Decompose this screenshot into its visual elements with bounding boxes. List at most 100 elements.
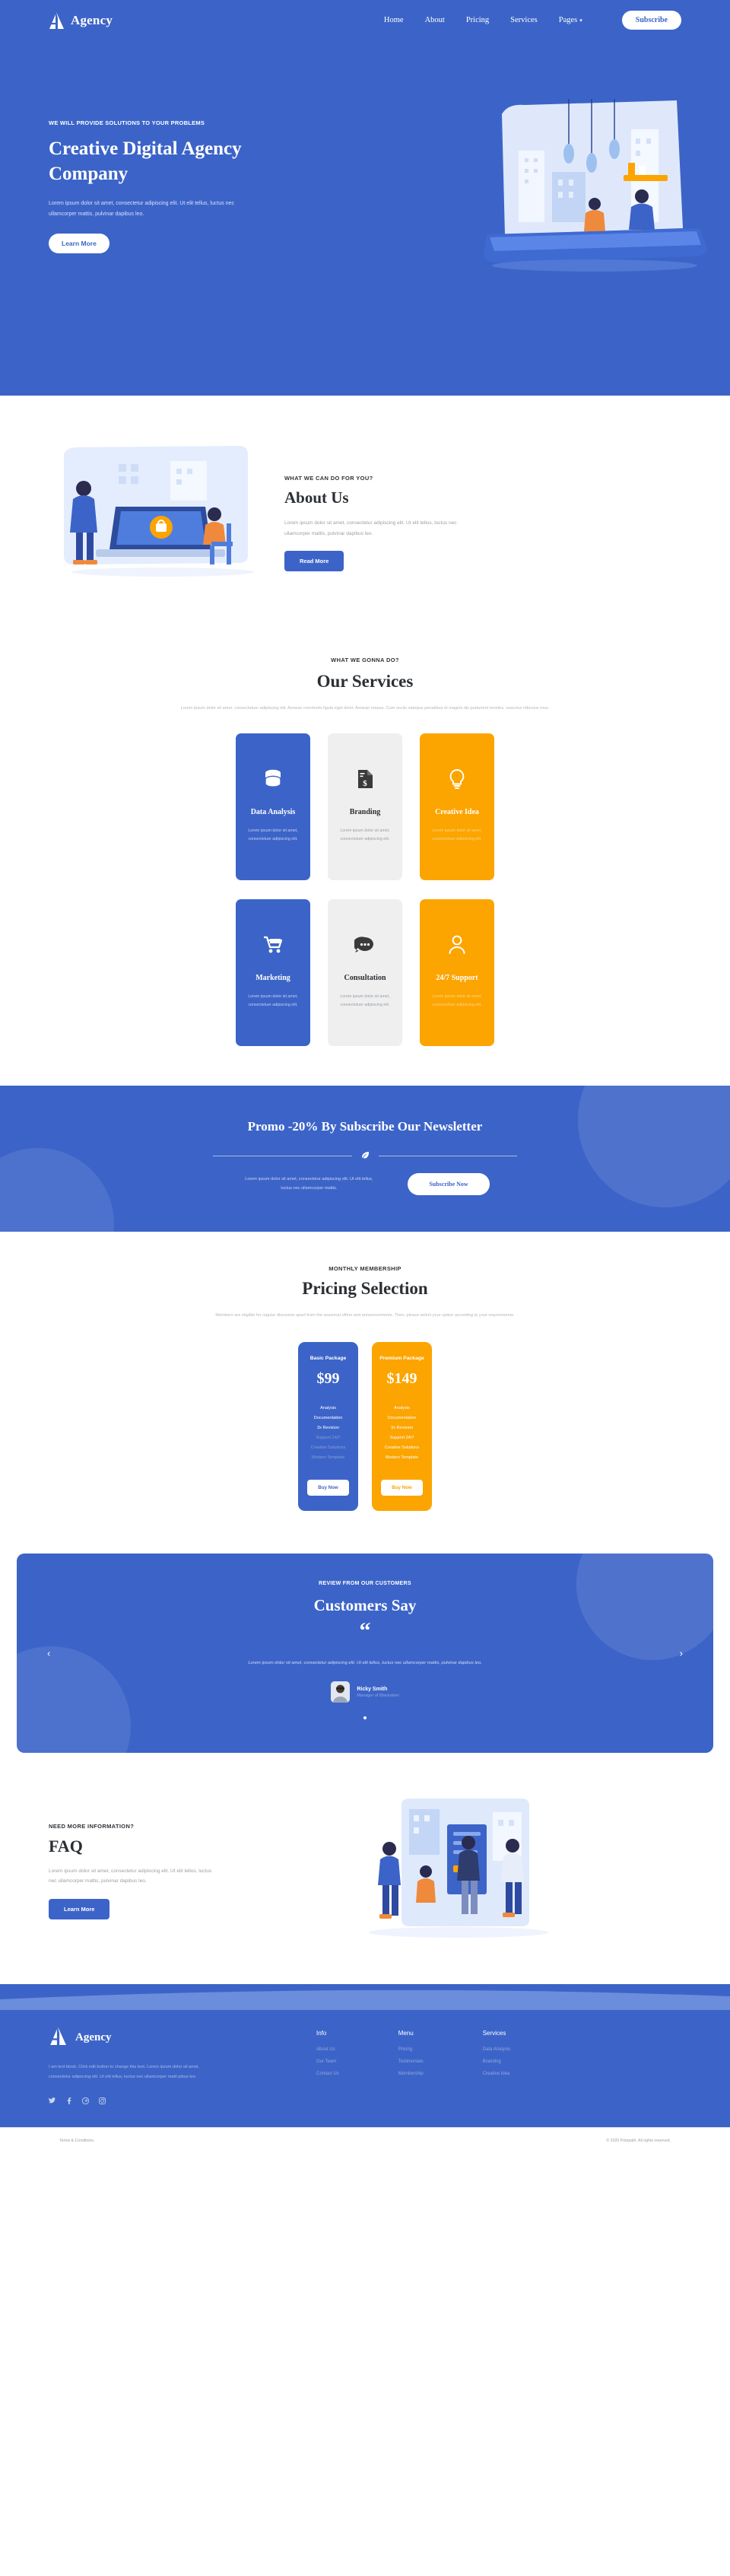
service-card-creative-idea[interactable]: Creative Idea Lorem ipsum dolor sit amet… [420, 733, 494, 880]
service-card-text: Lorem ipsum dolor sit amet, consectetuer… [432, 828, 482, 842]
footer-link[interactable]: Data Analysis [483, 2047, 510, 2052]
twitter-icon[interactable] [49, 2097, 56, 2106]
testimonial-eyebrow: REVIEW FROM OUR CUSTOMERS [319, 1581, 411, 1587]
service-card-support[interactable]: 24/7 Support Lorem ipsum dolor sit amet,… [420, 898, 494, 1046]
plan-features: Analysis Documentation 3x Revision Suppo… [311, 1406, 345, 1460]
plan-features: Analysis Documentation 3x Revision Suppo… [385, 1406, 419, 1460]
plan-feature: 3x Revision [391, 1426, 413, 1431]
pricing-subtitle: Members are eligible for regular discoun… [215, 1312, 515, 1318]
carousel-dots [65, 1716, 665, 1720]
plan-feature: Creative Solutions [384, 1445, 420, 1451]
shopping-cart-icon [263, 935, 283, 955]
footer-column-services: Services Data Analysis Branding Creative… [483, 2030, 510, 2106]
hero-description: Lorem ipsum dolor sit amet, consectetur … [49, 201, 234, 217]
plan-feature: Documentation [313, 1416, 343, 1421]
footer-column-title: Info [316, 2030, 327, 2037]
footer-link[interactable]: Creative Idea [483, 2072, 510, 2076]
chevron-right-icon[interactable]: › [680, 1648, 683, 1659]
footer-column-info: Info About Us Our Team Contact Us [316, 2030, 339, 2106]
database-icon [264, 769, 282, 789]
pricing-card-basic[interactable]: Basic Package $99 Analysis Documentation… [298, 1342, 358, 1512]
user-icon [449, 935, 465, 955]
svg-text:$: $ [363, 779, 367, 788]
footer-link[interactable]: Branding [483, 2059, 510, 2064]
terms-link[interactable]: Terms & Conditions. [59, 2139, 94, 2143]
instagram-icon[interactable] [99, 2097, 106, 2106]
service-card-title: 24/7 Support [436, 974, 478, 983]
nav-item-pages[interactable]: Pages ▾ [559, 16, 582, 24]
hero-content: WE WILL PROVIDE SOLUTIONS TO YOUR PROBLE… [0, 30, 730, 253]
pinterest-icon[interactable] [81, 2097, 90, 2106]
brand-name: Agency [71, 12, 113, 27]
plan-feature: Analysis [394, 1406, 410, 1411]
testimonial-person-role: Manager of Blacksteel [357, 1693, 399, 1698]
promo-newsletter-section: Promo -20% By Subscribe Our Newsletter L… [0, 1085, 730, 1232]
faq-eyebrow: NEED MORE INFORMATION? [49, 1822, 135, 1830]
service-card-text: Lorem ipsum dolor sit amet, consectetuer… [248, 828, 298, 842]
buy-now-button-basic[interactable]: Buy Now [307, 1480, 349, 1496]
nav-item-services[interactable]: Services [510, 16, 538, 24]
footer-link[interactable]: About Us [316, 2047, 339, 2052]
testimonial-title: Customers Say [313, 1596, 417, 1615]
service-card-marketing[interactable]: Marketing Lorem ipsum dolor sit amet, co… [236, 898, 310, 1046]
plan-feature: 3x Revision [317, 1426, 339, 1431]
invoice-dollar-icon: $ [357, 769, 373, 789]
footer-link-columns: Info About Us Our Team Contact Us Menu P… [316, 2027, 510, 2106]
service-card-branding[interactable]: $ Branding Lorem ipsum dolor sit amet, c… [328, 733, 402, 880]
subscribe-now-button[interactable]: Subscribe Now [408, 1172, 490, 1195]
testimonial-author: Ricky Smith Manager of Blacksteel [65, 1681, 665, 1703]
nav-item-home[interactable]: Home [384, 16, 404, 24]
pricing-card-premium[interactable]: Premium Package $149 Analysis Documentat… [372, 1342, 432, 1512]
footer-brand[interactable]: Agency [49, 2027, 277, 2049]
top-navbar: Agency Home About Pricing Services Pages… [0, 0, 730, 30]
about-read-more-button[interactable]: Read More [284, 551, 344, 572]
about-illustration [49, 441, 277, 597]
service-card-text: Lorem ipsum dolor sit amet, consectetuer… [340, 994, 390, 1008]
pricing-eyebrow: MONTHLY MEMBERSHIP [328, 1264, 402, 1272]
footer-link[interactable]: Our Team [316, 2059, 339, 2064]
about-section: WHAT WE CAN DO FOR YOU? About Us Lorem i… [0, 396, 730, 628]
buy-now-button-premium[interactable]: Buy Now [381, 1480, 423, 1496]
faq-title: FAQ [49, 1836, 83, 1856]
service-card-title: Creative Idea [435, 808, 479, 817]
testimonial-person-name: Ricky Smith [357, 1686, 388, 1692]
footer-wrapper: Agency I am text block. Click edit butto… [0, 1984, 730, 2127]
footer-column-title: Menu [398, 2030, 414, 2037]
chevron-left-icon[interactable]: ‹ [47, 1648, 50, 1659]
service-card-consultation[interactable]: Consultation Lorem ipsum dolor sit amet,… [328, 898, 402, 1046]
faq-section: NEED MORE INFORMATION? FAQ Lorem ipsum d… [0, 1753, 730, 1984]
plan-name: Basic Package [309, 1356, 347, 1362]
faq-learn-more-button[interactable]: Learn More [49, 1898, 110, 1919]
faq-illustration [235, 1798, 681, 1943]
nav-item-pricing[interactable]: Pricing [466, 16, 489, 24]
footer-bottom-bar: Terms & Conditions. © 2020 Potopath. All… [0, 2127, 730, 2154]
footer-link[interactable]: Pricing [398, 2047, 424, 2052]
service-card-text: Lorem ipsum dolor sit amet, consectetuer… [432, 994, 482, 1008]
footer-description: I am text block. Click edit button to ch… [49, 2065, 200, 2080]
plan-feature: Analysis [320, 1406, 336, 1411]
hero-learn-more-button[interactable]: Learn More [49, 234, 110, 253]
faq-copy: NEED MORE INFORMATION? FAQ Lorem ipsum d… [49, 1823, 212, 1919]
carousel-dot[interactable] [363, 1716, 367, 1720]
pricing-title: Pricing Selection [302, 1278, 428, 1298]
footer-link[interactable]: Membership [398, 2072, 424, 2076]
footer-link[interactable]: Testimonials [398, 2059, 424, 2064]
triangle-logo-icon [49, 2027, 67, 2049]
service-card-data-analysis[interactable]: Data Analysis Lorem ipsum dolor sit amet… [236, 733, 310, 880]
footer-link[interactable]: Contact Us [316, 2072, 339, 2076]
plan-feature: Documentation [387, 1416, 417, 1421]
nav-item-about[interactable]: About [425, 16, 445, 24]
facebook-icon[interactable] [65, 2097, 72, 2106]
promo-description: Lorem ipsum dolor sit amet, consectetur … [245, 1177, 373, 1191]
service-card-title: Consultation [344, 974, 386, 983]
service-card-text: Lorem ipsum dolor sit amet, consectetuer… [340, 828, 390, 842]
avatar [331, 1681, 351, 1703]
about-eyebrow: WHAT WE CAN DO FOR YOU? [284, 474, 373, 482]
service-card-text: Lorem ipsum dolor sit amet, consectetuer… [248, 994, 298, 1008]
hero-copy: WE WILL PROVIDE SOLUTIONS TO YOUR PROBLE… [49, 30, 300, 253]
copyright-text: © 2020 Potopath. All rights reserved. [606, 2139, 671, 2143]
service-card-title: Marketing [256, 974, 290, 983]
subscribe-button[interactable]: Subscribe [621, 11, 681, 30]
brand-logo[interactable]: Agency [49, 11, 113, 29]
pricing-section: MONTHLY MEMBERSHIP Pricing Selection Mem… [0, 1232, 730, 1554]
